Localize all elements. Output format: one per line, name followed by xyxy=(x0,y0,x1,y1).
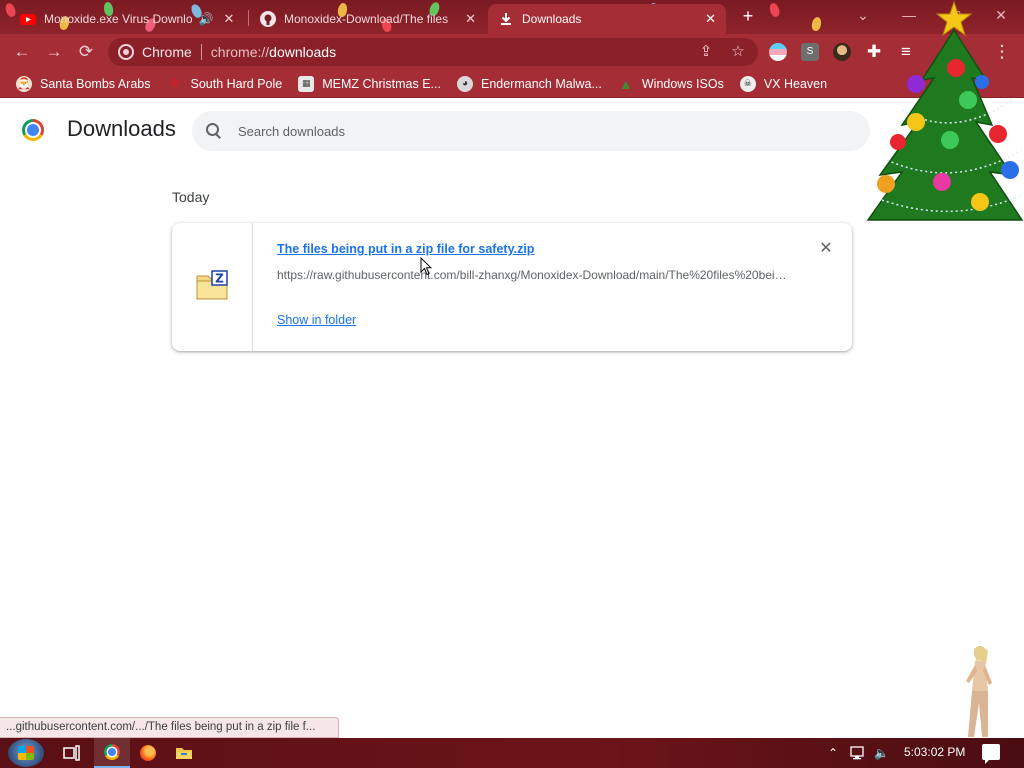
remove-download-button[interactable]: ✕ xyxy=(816,239,836,259)
snowflake-icon: ❄ xyxy=(168,75,181,91)
minimize-button[interactable]: — xyxy=(886,0,932,30)
tab-downloads[interactable]: Downloads ✕ xyxy=(488,4,726,34)
volume-icon[interactable]: 🔈 xyxy=(874,738,889,768)
reload-button[interactable]: ⟳ xyxy=(76,42,96,62)
speaker-icon[interactable]: 🔊 xyxy=(199,12,214,26)
tab-title: Monoxide.exe Virus Downlo xyxy=(44,12,193,26)
notification-center-icon[interactable] xyxy=(982,744,1000,764)
bookmark-star-icon[interactable]: ☆ xyxy=(724,38,752,66)
bookmark-label: Endermanch Malwa... xyxy=(480,76,602,91)
bookmark-label: MEMZ Christmas E... xyxy=(322,76,441,91)
task-view-icon[interactable] xyxy=(54,738,90,768)
taskbar-file-explorer-icon[interactable] xyxy=(166,738,202,768)
extension-avatar-icon[interactable] xyxy=(833,43,851,61)
close-tab-icon[interactable]: ✕ xyxy=(705,11,716,27)
network-icon[interactable] xyxy=(850,738,868,768)
page-title: Downloads xyxy=(67,116,176,141)
svg-text:Z: Z xyxy=(215,272,224,286)
bookmark-item[interactable]: ◕ Endermanch Malwa... xyxy=(456,72,610,96)
download-filename-link[interactable]: The files being put in a zip file for sa… xyxy=(277,242,534,256)
tree-icon: ▲ xyxy=(618,75,633,92)
taskbar-chrome-icon[interactable] xyxy=(94,738,130,768)
share-icon[interactable]: ⇪ xyxy=(692,38,720,66)
tab-strip: Monoxide.exe Virus Downlo 🔊 ✕ Monoxidex-… xyxy=(0,0,1024,34)
vx-icon: ☠ xyxy=(739,75,756,92)
tab-monoxide-video[interactable]: Monoxide.exe Virus Downlo 🔊 ✕ xyxy=(10,4,246,34)
toolbar: ← → ⟳ Chrome chrome://downloads ⇪ ☆ S ✚ … xyxy=(0,34,1024,70)
date-heading: Today xyxy=(172,189,210,205)
bookmark-label: South Hard Pole xyxy=(190,76,283,91)
taskbar: ⌃ 🔈 5:03:02 PM xyxy=(0,738,1024,768)
site-chip-label: Chrome xyxy=(142,44,192,60)
bookmark-item[interactable]: ▲ Windows ISOs xyxy=(618,72,732,96)
url-scheme: chrome:// xyxy=(210,44,270,60)
maximize-button[interactable]: ▢ xyxy=(932,0,978,30)
close-tab-icon[interactable]: ✕ xyxy=(223,11,234,27)
address-bar[interactable]: Chrome chrome://downloads ⇪ ☆ xyxy=(108,38,758,66)
bookmark-label: VX Heaven xyxy=(763,76,828,91)
tray-chevron-icon[interactable]: ⌃ xyxy=(828,738,838,768)
download-icon xyxy=(501,13,511,25)
bookmark-item[interactable]: ▦ MEMZ Christmas E... xyxy=(298,72,449,96)
link-status-bubble: ...githubusercontent.com/.../The files b… xyxy=(0,717,339,738)
new-tab-button[interactable]: + xyxy=(738,6,758,26)
tab-search-icon[interactable]: ⌄ xyxy=(840,0,886,30)
media-control-icon[interactable]: ≡ xyxy=(896,42,916,62)
youtube-icon xyxy=(20,14,36,25)
file-icon-column: Z xyxy=(172,223,253,351)
bookmark-label: Santa Bombs Arabs xyxy=(40,76,151,91)
extensions-puzzle-icon[interactable]: ✚ xyxy=(864,42,884,62)
memz-icon: ▦ xyxy=(298,75,315,92)
tab-title: Monoxidex-Download/The files xyxy=(284,12,449,26)
chrome-logo-icon xyxy=(22,119,44,141)
bookmark-label: Windows ISOs xyxy=(641,76,724,91)
bookmark-item[interactable]: 🎅 Santa Bombs Arabs xyxy=(16,72,158,96)
back-button[interactable]: ← xyxy=(12,42,32,62)
zip-file-icon: Z xyxy=(196,270,228,300)
omnibox-divider xyxy=(200,44,202,60)
downloads-page: Downloads Today Z The files being put in… xyxy=(0,99,1024,738)
raccoon-icon: ◕ xyxy=(456,75,473,92)
bookmarks-bar: 🎅 Santa Bombs Arabs ❄ South Hard Pole ▦ … xyxy=(0,70,1024,98)
menu-icon[interactable]: ⋮ xyxy=(992,42,1012,62)
close-tab-icon[interactable]: ✕ xyxy=(465,11,476,27)
taskbar-firefox-icon[interactable] xyxy=(130,738,166,768)
tab-title: Downloads xyxy=(522,12,582,26)
search-input[interactable] xyxy=(238,123,798,139)
search-box[interactable] xyxy=(192,111,870,151)
github-icon xyxy=(260,11,276,27)
search-icon xyxy=(206,123,222,139)
tab-github-repo[interactable]: Monoxidex-Download/The files ✕ xyxy=(250,4,486,34)
start-button[interactable] xyxy=(8,739,44,767)
download-source-url[interactable]: https://raw.githubusercontent.com/bill-z… xyxy=(277,268,787,282)
bookmark-item[interactable]: ☠ VX Heaven xyxy=(739,72,835,96)
santa-icon: 🎅 xyxy=(16,75,32,92)
forward-button[interactable]: → xyxy=(44,42,64,62)
close-window-button[interactable]: ✕ xyxy=(978,0,1024,30)
tab-separator xyxy=(248,10,249,26)
taskbar-clock[interactable]: 5:03:02 PM xyxy=(904,745,965,759)
bookmark-item[interactable]: ❄ South Hard Pole xyxy=(166,72,290,96)
chrome-site-icon xyxy=(118,44,134,60)
url-host: downloads xyxy=(269,44,337,60)
show-in-folder-link[interactable]: Show in folder xyxy=(277,313,356,327)
extension-flag-icon[interactable] xyxy=(769,43,787,61)
extension-s-icon[interactable]: S xyxy=(801,43,819,61)
downloads-header: Downloads xyxy=(0,99,1024,163)
download-card: Z The files being put in a zip file for … xyxy=(172,223,852,351)
